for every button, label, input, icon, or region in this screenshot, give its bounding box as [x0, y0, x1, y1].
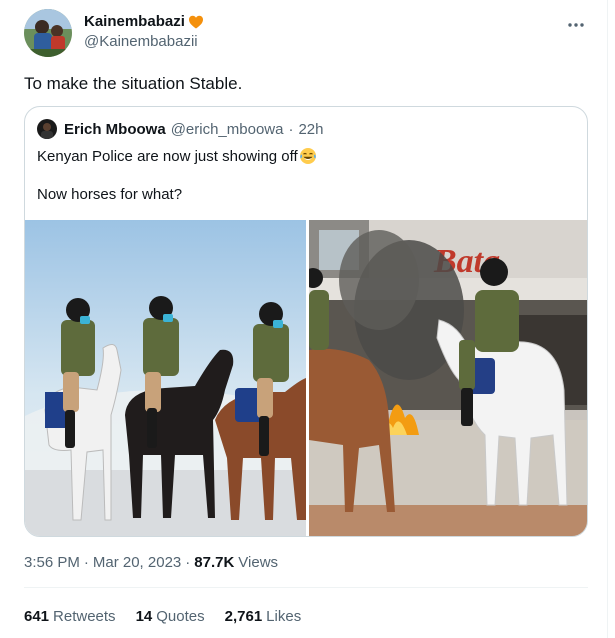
- post-date[interactable]: Mar 20, 2023: [93, 554, 181, 571]
- quoted-timestamp[interactable]: 22h: [298, 121, 323, 138]
- quotes-stat[interactable]: 14 Quotes: [136, 608, 205, 625]
- quoted-author-name[interactable]: Erich Mboowa: [64, 121, 166, 138]
- quoted-tweet[interactable]: Erich Mboowa @erich_mboowa · 22h Kenyan …: [24, 106, 588, 537]
- post-time[interactable]: 3:56 PM: [24, 554, 80, 571]
- views-count: 87.7K: [194, 554, 235, 571]
- quoted-author-handle[interactable]: @erich_mboowa: [171, 121, 284, 138]
- quoted-author-avatar[interactable]: [37, 119, 57, 139]
- tears-of-joy-emoji-icon: [299, 148, 316, 164]
- likes-count: 2,761: [224, 608, 263, 625]
- separator-dot: ·: [288, 120, 294, 138]
- quoted-avatar-image: [37, 119, 57, 139]
- retweets-stat[interactable]: 641 Retweets: [24, 608, 116, 625]
- mounted-police-near-fire-photo[interactable]: Bata: [309, 220, 587, 536]
- author-handle[interactable]: @Kainembabazii: [84, 33, 204, 50]
- author-avatar[interactable]: [24, 9, 72, 57]
- quoted-media-grid: Bata: [25, 220, 587, 536]
- quoted-tweet-header: Erich Mboowa @erich_mboowa · 22h: [37, 119, 324, 139]
- more-options-icon[interactable]: [565, 15, 587, 35]
- tweet-text: To make the situation Stable.: [24, 74, 243, 93]
- engagement-stats: 641 Retweets 14 Quotes 2,761 Likes: [24, 608, 301, 625]
- quoted-text-line1-content: Kenyan Police are now just showing off: [37, 147, 298, 165]
- quoted-text-line2: Now horses for what?: [37, 186, 183, 203]
- tweet-header: Kainembabazi @Kainembabazii: [24, 9, 591, 59]
- tweet-card: Kainembabazi @Kainembabazii To make the …: [0, 0, 608, 638]
- separator-dot: ·: [83, 554, 89, 571]
- likes-stat[interactable]: 2,761 Likes: [225, 608, 302, 625]
- quotes-label: Quotes: [156, 608, 205, 625]
- likes-label: Likes: [266, 608, 302, 625]
- separator-dot: ·: [185, 554, 191, 571]
- avatar-image: [24, 9, 72, 57]
- mounted-police-fire-image: Bata: [309, 220, 587, 536]
- views-label: Views: [238, 554, 279, 571]
- mounted-police-on-street-photo[interactable]: [25, 220, 306, 536]
- quoted-text-line1: Kenyan Police are now just showing off: [37, 147, 317, 165]
- mounted-police-street-image: [25, 220, 306, 536]
- display-name-row: Kainembabazi: [84, 13, 204, 30]
- tweet-metadata: 3:56 PM · Mar 20, 2023 · 87.7K Views: [24, 554, 278, 571]
- divider: [24, 587, 588, 588]
- author-info: Kainembabazi @Kainembabazii: [84, 13, 204, 50]
- retweets-label: Retweets: [53, 608, 116, 625]
- author-display-name[interactable]: Kainembabazi: [84, 13, 185, 30]
- quotes-count: 14: [135, 608, 153, 625]
- orange-heart-icon: [188, 15, 203, 28]
- retweets-count: 641: [24, 608, 50, 625]
